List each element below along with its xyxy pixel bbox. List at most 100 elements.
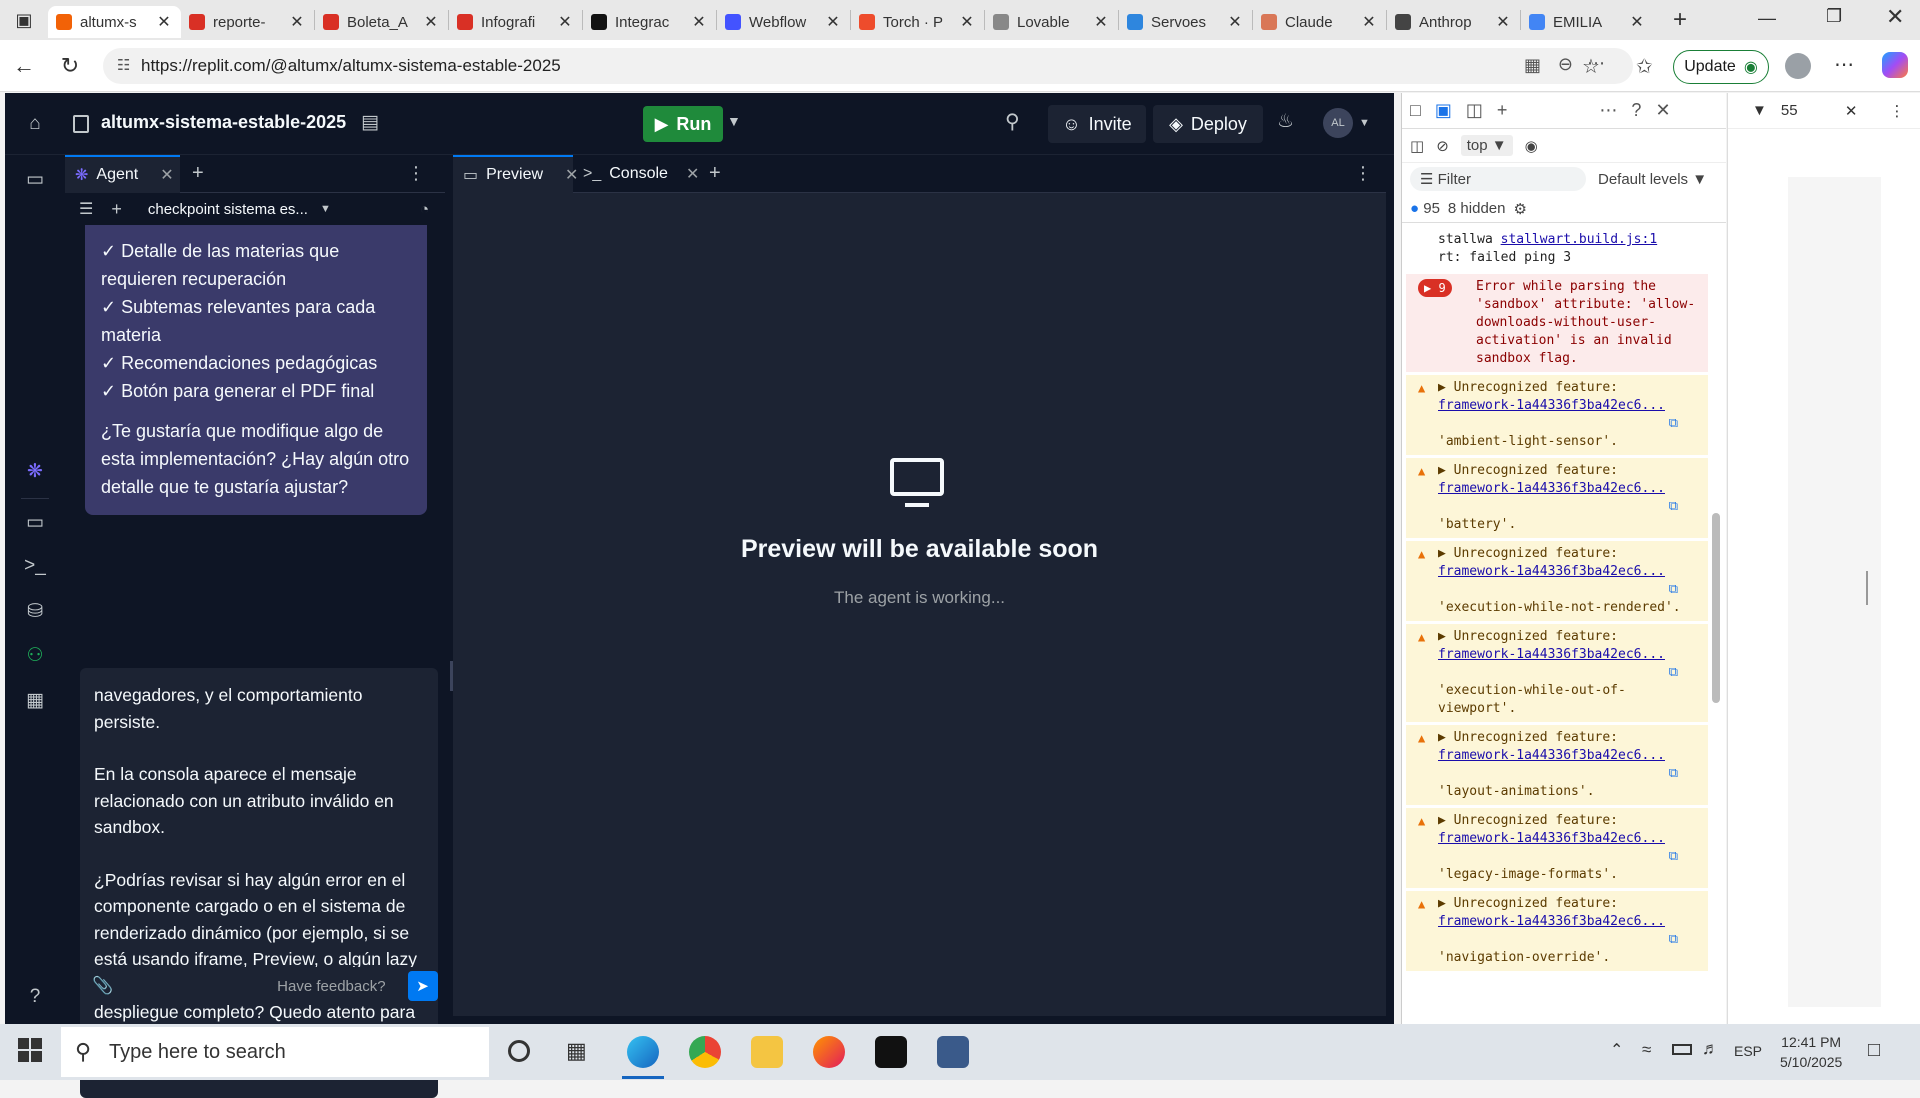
dock-icon[interactable]: ◫ xyxy=(1466,100,1483,121)
context-select[interactable]: top ▼ xyxy=(1460,135,1513,156)
checkpoint-chevron-icon[interactable]: ▼ xyxy=(320,203,331,215)
new-chat-icon[interactable]: + xyxy=(111,199,122,220)
clear-console-icon[interactable]: ⊘ xyxy=(1436,137,1449,155)
project-name[interactable]: altumx-sistema-estable-2025 xyxy=(101,112,346,133)
zoom-clear-icon[interactable]: ✕ xyxy=(1845,102,1858,120)
tab-close-icon[interactable]: ✕ xyxy=(824,12,842,32)
warning-prefix[interactable]: ▶ Unrecognized feature: xyxy=(1438,628,1702,646)
tab-actions-icon[interactable]: ▣ xyxy=(0,0,48,40)
notifications-bell-icon[interactable]: ♨ xyxy=(1277,110,1294,133)
firefox-taskbar-icon[interactable] xyxy=(813,1036,845,1068)
tab-close-icon[interactable]: ✕ xyxy=(556,12,574,32)
all-tools-icon[interactable]: ▦ xyxy=(23,688,47,712)
devtools-close-icon[interactable]: ✕ xyxy=(1655,100,1670,121)
warning-prefix[interactable]: ▶ Unrecognized feature: xyxy=(1438,462,1702,480)
deploy-button[interactable]: ◈ Deploy xyxy=(1153,105,1263,143)
copy-icon[interactable]: ⧉ xyxy=(1438,848,1702,866)
tab-preview[interactable]: ▭ Preview ✕ xyxy=(453,154,578,193)
tab-close-icon[interactable]: ✕ xyxy=(288,12,306,32)
browser-tab[interactable]: Claude ✕ xyxy=(1253,6,1386,38)
warning-source-link[interactable]: framework-1a44336f3ba42ec6... xyxy=(1438,398,1665,413)
warning-source-link[interactable]: framework-1a44336f3ba42ec6... xyxy=(1438,748,1665,763)
levels-select[interactable]: Default levels ▼ xyxy=(1598,171,1707,188)
avatar-chevron-icon[interactable]: ▼ xyxy=(1359,117,1370,129)
warning-source-link[interactable]: framework-1a44336f3ba42ec6... xyxy=(1438,481,1665,496)
app-taskbar-icon[interactable] xyxy=(875,1036,907,1068)
warning-prefix[interactable]: ▶ Unrecognized feature: xyxy=(1438,895,1702,913)
warning-source-link[interactable]: framework-1a44336f3ba42ec6... xyxy=(1438,831,1665,846)
resize-handle[interactable] xyxy=(1866,571,1870,605)
warning-source-link[interactable]: framework-1a44336f3ba42ec6... xyxy=(1438,564,1665,579)
device-toggle-icon[interactable]: ▣ xyxy=(1435,100,1452,121)
restore-button[interactable]: ❐ xyxy=(1826,6,1842,27)
volume-icon[interactable]: ♬ xyxy=(1702,1039,1719,1059)
edge-taskbar-icon[interactable] xyxy=(627,1036,659,1068)
sidebar-toggle-icon[interactable]: ◫ xyxy=(1410,137,1424,155)
copy-icon[interactable]: ⧉ xyxy=(1438,415,1702,433)
update-button[interactable]: Update ◉ xyxy=(1673,50,1769,84)
reload-icon[interactable]: ↻ xyxy=(54,50,86,82)
tab-close-icon[interactable]: ✕ xyxy=(155,12,173,32)
favorites-icon[interactable]: ✩ xyxy=(1636,54,1653,79)
copy-icon[interactable]: ⧉ xyxy=(1438,581,1702,599)
run-button[interactable]: ▶ Run xyxy=(643,106,723,142)
add-tab-icon[interactable]: + xyxy=(192,162,204,185)
browser-tab[interactable]: Lovable ✕ xyxy=(985,6,1118,38)
profile-avatar[interactable] xyxy=(1785,53,1811,79)
copy-icon[interactable]: ⧉ xyxy=(1438,664,1702,682)
warning-prefix[interactable]: ▶ Unrecognized feature: xyxy=(1438,379,1702,397)
toggle-sidebar-icon[interactable]: ▭ xyxy=(23,167,47,191)
help-icon[interactable]: ? xyxy=(23,985,47,1009)
copy-icon[interactable]: ⧉ xyxy=(1438,765,1702,783)
browser-tab[interactable]: Boleta_A ✕ xyxy=(315,6,448,38)
speed-icon[interactable]: ◔ xyxy=(420,201,429,218)
tab-close-icon[interactable]: ✕ xyxy=(422,12,440,32)
issues-badge[interactable]: ● 95 xyxy=(1410,200,1440,217)
url-field[interactable]: ☷ https://replit.com/@altumx/altumx-sist… xyxy=(103,48,1633,84)
checkpoint-select[interactable]: checkpoint sistema es... xyxy=(148,201,308,218)
agent-rail-icon[interactable]: ❋ xyxy=(23,459,47,483)
zoom-input[interactable]: 55 xyxy=(1781,102,1831,119)
warning-source-link[interactable]: framework-1a44336f3ba42ec6... xyxy=(1438,647,1665,662)
send-button[interactable]: ➤ xyxy=(407,971,438,1001)
feedback-link[interactable]: Have feedback? xyxy=(277,978,385,995)
taskbar-search[interactable]: ⚲ Type here to search xyxy=(61,1027,489,1077)
secrets-icon[interactable]: ⚇ xyxy=(23,643,47,667)
tab-console[interactable]: >_ Console ✕ xyxy=(573,155,699,193)
browser-tab[interactable]: Anthrop ✕ xyxy=(1387,6,1520,38)
console-scrollbar[interactable] xyxy=(1712,513,1720,703)
back-icon[interactable]: ← xyxy=(8,50,40,82)
run-options-chevron-icon[interactable]: ▼ xyxy=(727,113,741,129)
network-icon[interactable]: ≈ xyxy=(1642,1040,1651,1060)
browser-tab[interactable]: Infografi ✕ xyxy=(449,6,582,38)
filter-funnel-icon[interactable]: ▼ xyxy=(1752,102,1767,119)
database-icon[interactable]: ⛁ xyxy=(23,599,47,623)
settings-more-icon[interactable]: ⋯ xyxy=(1834,52,1854,77)
site-info-icon[interactable]: ☷ xyxy=(117,56,130,74)
new-tab-button[interactable]: + xyxy=(1662,6,1698,34)
tab-close-icon[interactable]: ✕ xyxy=(1494,12,1512,32)
tab-close-icon[interactable]: ✕ xyxy=(1628,12,1646,32)
error-count-badge[interactable]: ▶ 9 xyxy=(1418,279,1452,297)
clock[interactable]: 12:41 PM 5/10/2025 xyxy=(1780,1032,1842,1072)
panel-more-icon[interactable]: ⋮ xyxy=(1889,102,1904,120)
warning-prefix[interactable]: ▶ Unrecognized feature: xyxy=(1438,545,1702,563)
close-window-button[interactable]: ✕ xyxy=(1886,4,1904,30)
add-panel-icon[interactable]: + xyxy=(1497,100,1508,121)
browser-tab[interactable]: EMILIA ✕ xyxy=(1521,6,1654,38)
copy-icon[interactable]: ⧉ xyxy=(1438,498,1702,516)
preview-more-icon[interactable]: ⋮ xyxy=(1354,163,1372,184)
inspect-icon[interactable]: □ xyxy=(1410,100,1421,121)
tab-close-icon[interactable]: ✕ xyxy=(690,12,708,32)
devtools-more-icon[interactable]: ⋯ xyxy=(1599,100,1617,121)
add-pane-tab-icon[interactable]: + xyxy=(709,162,721,185)
copy-icon[interactable]: ⧉ xyxy=(1438,931,1702,949)
browser-tab[interactable]: Servoes ✕ xyxy=(1119,6,1252,38)
warning-prefix[interactable]: ▶ Unrecognized feature: xyxy=(1438,812,1702,830)
close-console-tab-icon[interactable]: ✕ xyxy=(686,164,699,184)
log-source-link[interactable]: stallwart.build.js:1 xyxy=(1501,232,1658,247)
battery-icon[interactable] xyxy=(1672,1044,1692,1055)
history-list-icon[interactable]: ☰ xyxy=(79,199,93,219)
browser-tab[interactable]: reporte- ✕ xyxy=(181,6,314,38)
live-expression-icon[interactable]: ◉ xyxy=(1525,137,1538,155)
